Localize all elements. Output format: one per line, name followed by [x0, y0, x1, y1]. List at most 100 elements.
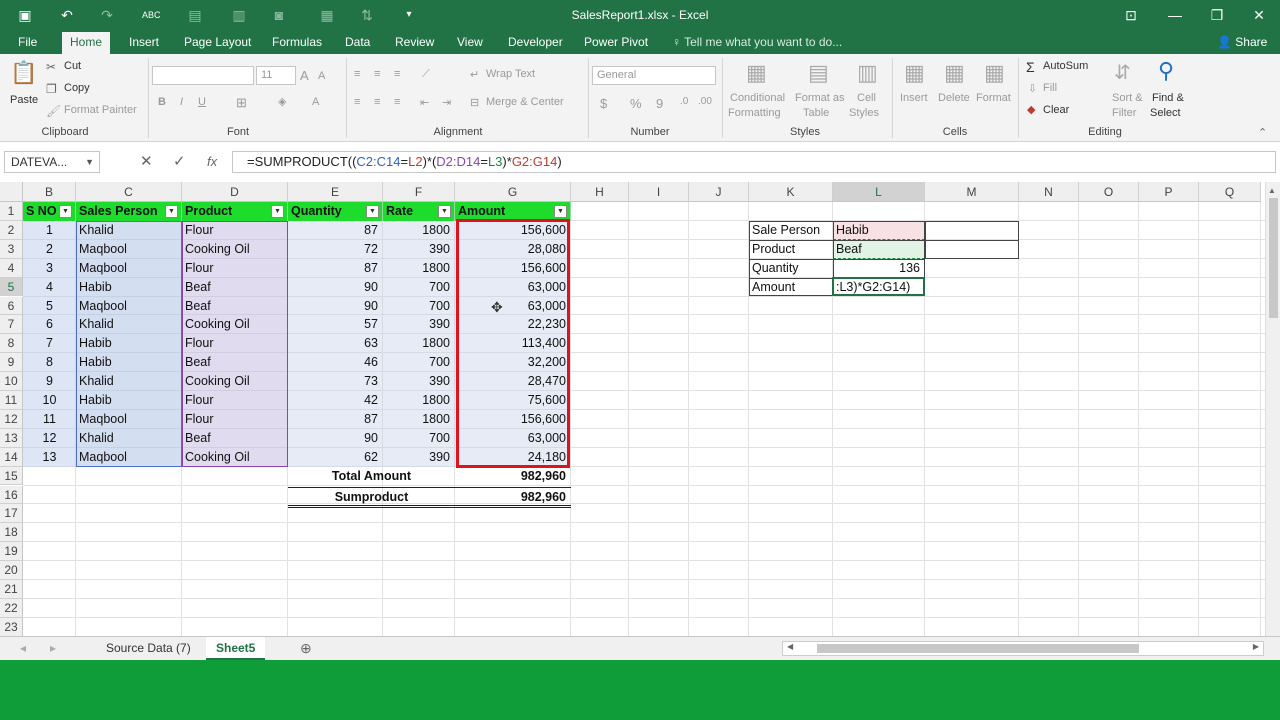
cell-styles-button[interactable]: Cell: [857, 92, 876, 104]
increase-indent-icon[interactable]: ⇥: [442, 96, 451, 109]
cut-button[interactable]: Cut: [64, 60, 81, 72]
sheet-prev-icon[interactable]: ◂: [10, 637, 36, 660]
scroll-up-icon[interactable]: ▲: [1268, 186, 1276, 195]
find-select-button[interactable]: Find &: [1152, 92, 1184, 104]
underline-icon[interactable]: U: [198, 96, 206, 108]
share-button[interactable]: 👤 Share: [1217, 35, 1267, 49]
table-cell[interactable]: Khalid: [76, 372, 182, 391]
table-cell[interactable]: 700: [383, 297, 455, 316]
tab-review[interactable]: Review: [395, 35, 434, 54]
table-cell[interactable]: Maqbool: [76, 297, 182, 316]
column-header[interactable]: O: [1079, 182, 1139, 202]
tab-file[interactable]: File: [18, 35, 37, 54]
decrease-indent-icon[interactable]: ⇤: [420, 96, 429, 109]
orientation-icon[interactable]: ⟋: [422, 68, 430, 81]
paste-icon[interactable]: 📋: [10, 60, 37, 88]
table-cell[interactable]: 90: [288, 429, 383, 448]
row-header[interactable]: 9: [0, 353, 23, 373]
delete-cells-button[interactable]: Delete: [938, 92, 970, 104]
bold-icon[interactable]: B: [158, 96, 166, 108]
table-cell[interactable]: 87: [288, 221, 383, 240]
formula-input[interactable]: =SUMPRODUCT((C2:C14=L2)*(D2:D14=L3)*G2:G…: [232, 151, 1276, 173]
currency-icon[interactable]: $: [600, 96, 607, 111]
column-header[interactable]: K: [749, 182, 833, 202]
column-header[interactable]: B: [23, 182, 76, 202]
tab-data[interactable]: Data: [345, 35, 370, 54]
table-cell[interactable]: 6: [23, 315, 76, 334]
row-header[interactable]: 2: [0, 220, 23, 240]
wrap-text-button[interactable]: Wrap Text: [486, 68, 535, 80]
tab-home[interactable]: Home: [62, 32, 111, 54]
minimize-icon[interactable]: —: [1164, 5, 1186, 25]
table-cell[interactable]: 42: [288, 391, 383, 410]
table-cell[interactable]: Khalid: [76, 429, 182, 448]
row-header[interactable]: 22: [0, 598, 23, 618]
row-header[interactable]: 21: [0, 580, 23, 599]
table-cell[interactable]: 57: [288, 315, 383, 334]
bottom-align-icon[interactable]: ≡: [394, 68, 400, 80]
comma-icon[interactable]: 9: [656, 96, 663, 111]
table-cell[interactable]: Beaf: [182, 297, 288, 316]
table-header-cell[interactable]: Rate ▼: [383, 202, 455, 221]
borders-icon[interactable]: ⊞: [236, 95, 247, 111]
table-cell[interactable]: Flour: [182, 221, 288, 240]
table-cell[interactable]: 46: [288, 353, 383, 372]
column-header[interactable]: H: [571, 182, 629, 202]
name-box[interactable]: DATEVA... ▼: [4, 151, 100, 173]
collapse-ribbon-icon[interactable]: ⌃: [1258, 126, 1267, 139]
table-cell[interactable]: 700: [383, 429, 455, 448]
row-header[interactable]: 10: [0, 372, 23, 391]
add-sheet-icon[interactable]: ⊕: [290, 637, 322, 660]
table-cell[interactable]: Habib: [76, 391, 182, 410]
active-cell[interactable]: [832, 276, 925, 297]
cancel-icon[interactable]: ✕: [140, 152, 153, 170]
decrease-font-icon[interactable]: A: [318, 70, 325, 82]
tab-power-pivot[interactable]: Power Pivot: [584, 35, 648, 54]
table-cell[interactable]: 3: [23, 259, 76, 278]
table-cell[interactable]: 87: [288, 410, 383, 429]
table-cell[interactable]: Maqbool: [76, 259, 182, 278]
copy-button[interactable]: Copy: [64, 82, 90, 94]
font-name-box[interactable]: [152, 66, 254, 85]
table-cell[interactable]: Cooking Oil: [182, 240, 288, 259]
filter-dropdown-icon[interactable]: ▼: [165, 205, 178, 218]
table-cell[interactable]: Habib: [76, 334, 182, 353]
column-header[interactable]: Q: [1199, 182, 1261, 202]
tab-formulas[interactable]: Formulas: [272, 35, 322, 54]
table-cell[interactable]: 90: [288, 297, 383, 316]
conditional-formatting-button[interactable]: Conditional: [730, 92, 785, 104]
row-header[interactable]: 3: [0, 239, 23, 259]
table-cell[interactable]: 1800: [383, 221, 455, 240]
table-header-cell[interactable]: Quantity ▼: [288, 202, 383, 221]
row-header[interactable]: 1: [0, 202, 23, 221]
filter-dropdown-icon[interactable]: ▼: [438, 205, 451, 218]
table-cell[interactable]: 63: [288, 334, 383, 353]
increase-decimal-icon[interactable]: .0: [680, 96, 688, 107]
row-header[interactable]: 15: [0, 466, 23, 486]
format-as-table-button[interactable]: Format as: [795, 92, 845, 104]
row-header[interactable]: 20: [0, 561, 23, 580]
align-left-icon[interactable]: ≡: [354, 96, 360, 108]
table-cell[interactable]: 4: [23, 278, 76, 297]
tell-me-box[interactable]: ♀ Tell me what you want to do...: [672, 35, 842, 49]
row-header[interactable]: 23: [0, 617, 23, 636]
table-header-cell[interactable]: Product ▼: [182, 202, 288, 221]
scroll-left-icon[interactable]: ◀: [787, 642, 793, 651]
column-header[interactable]: E: [288, 182, 383, 202]
ribbon-display-icon[interactable]: ⊡: [1120, 5, 1142, 25]
increase-font-icon[interactable]: A: [300, 68, 309, 83]
table-cell[interactable]: 9: [23, 372, 76, 391]
vertical-scrollbar[interactable]: ▲: [1265, 182, 1280, 636]
table-cell[interactable]: 87: [288, 259, 383, 278]
number-format-box[interactable]: General: [592, 66, 716, 85]
column-header[interactable]: M: [925, 182, 1019, 202]
table-cell[interactable]: 1800: [383, 410, 455, 429]
table-cell[interactable]: Flour: [182, 259, 288, 278]
column-header[interactable]: L: [833, 182, 925, 202]
top-align-icon[interactable]: ≡: [354, 68, 360, 80]
table-cell[interactable]: 390: [383, 448, 455, 467]
table-cell[interactable]: Cooking Oil: [182, 448, 288, 467]
table-cell[interactable]: 11: [23, 410, 76, 429]
row-header[interactable]: 18: [0, 523, 23, 543]
table-header-cell[interactable]: S NO ▼: [23, 202, 76, 221]
